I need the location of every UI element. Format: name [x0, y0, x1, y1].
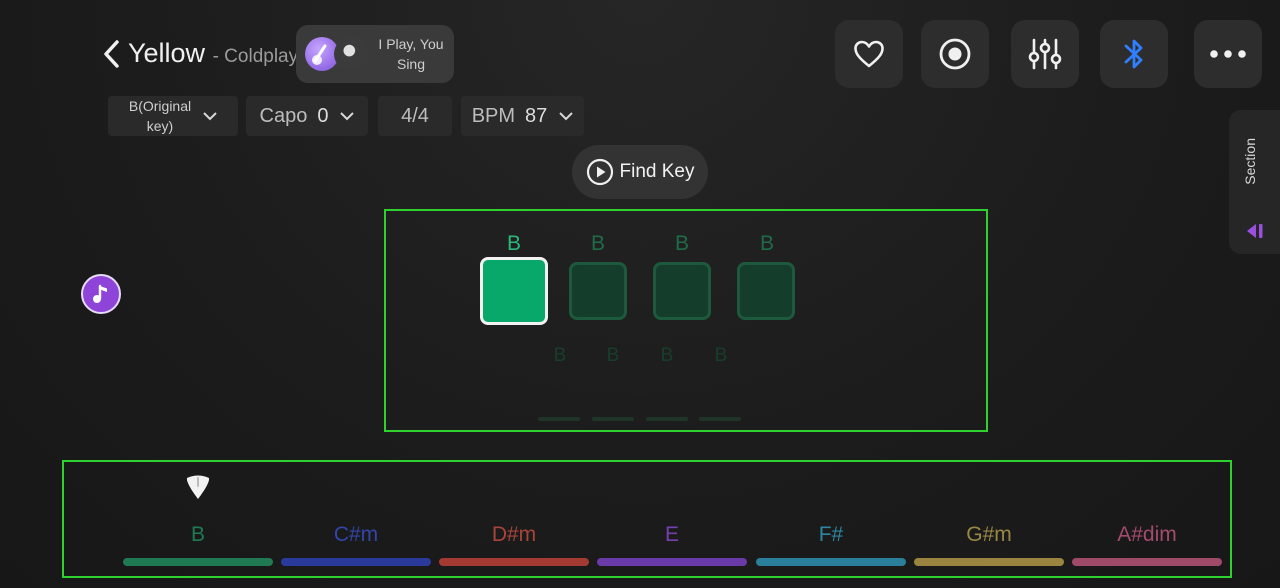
- bluetooth-button[interactable]: [1100, 20, 1168, 88]
- time-signature[interactable]: 4/4: [378, 96, 452, 136]
- bluetooth-icon: [1124, 39, 1143, 69]
- chord-bar-6[interactable]: [914, 558, 1064, 566]
- play-mode-label: I Play, You Sing: [378, 36, 444, 72]
- next-chord-label-1: B: [553, 345, 567, 366]
- chord-name-4: E: [664, 523, 679, 546]
- chord-bar-3[interactable]: [439, 558, 589, 566]
- sliders-icon: [1028, 38, 1062, 70]
- key-selector[interactable]: B(Original key): [108, 96, 238, 136]
- beat-square-4[interactable]: [737, 262, 795, 320]
- collapse-left-icon: [1247, 224, 1263, 238]
- chord-bar-2[interactable]: [281, 558, 431, 566]
- section-label: Section: [1242, 138, 1258, 185]
- next-chord-label-3: B: [660, 345, 674, 366]
- bpm-value: 87: [525, 104, 548, 127]
- find-key-label: Find Key: [619, 161, 695, 182]
- microphone-mode-icon: [334, 37, 368, 71]
- play-mode-toggle[interactable]: I Play, You Sing: [296, 25, 454, 83]
- capo-value: 0: [317, 104, 329, 127]
- play-icon: [586, 158, 613, 186]
- play-mode-icons: [296, 25, 372, 83]
- key-value: B(Original key): [128, 98, 192, 134]
- chord-name-2: C#m: [333, 523, 379, 546]
- more-options-button[interactable]: [1194, 20, 1262, 88]
- time-signature-value: 4/4: [401, 104, 429, 127]
- next-beat-dash-4: [699, 417, 741, 421]
- chord-name-6: G#m: [966, 523, 1012, 546]
- music-note-button[interactable]: [81, 274, 121, 314]
- next-beat-dash-3: [646, 417, 688, 421]
- chord-name-1: B: [190, 523, 205, 546]
- beat-square-3[interactable]: [653, 262, 711, 320]
- music-note-icon: [93, 284, 107, 303]
- next-beat-dash-2: [592, 417, 634, 421]
- beat-chord-label-4: B: [759, 232, 774, 255]
- song-title: Yellow - Coldplay: [128, 38, 298, 69]
- chord-name-7: A#dim: [1117, 523, 1177, 546]
- record-icon: [939, 38, 971, 70]
- guitar-pick-icon[interactable]: [184, 474, 212, 500]
- next-beat-dash-1: [538, 417, 580, 421]
- chord-name-3: D#m: [491, 523, 537, 546]
- back-button[interactable]: [98, 36, 124, 72]
- next-chord-label-4: B: [714, 345, 728, 366]
- favorite-button[interactable]: [835, 20, 903, 88]
- next-chord-label-2: B: [606, 345, 620, 366]
- chord-bar-1[interactable]: [123, 558, 273, 566]
- chord-bar-4[interactable]: [597, 558, 747, 566]
- mixer-button[interactable]: [1011, 20, 1079, 88]
- beat-chord-label-1: B: [506, 232, 521, 255]
- capo-label: Capo: [259, 104, 308, 127]
- song-name: Yellow: [128, 38, 206, 68]
- chord-bar-5[interactable]: [756, 558, 906, 566]
- beat-square-2[interactable]: [569, 262, 627, 320]
- find-key-button[interactable]: Find Key: [572, 145, 708, 199]
- beat-chord-label-2: B: [590, 232, 605, 255]
- beat-chord-label-3: B: [674, 232, 689, 255]
- bpm-label: BPM: [471, 104, 516, 127]
- heart-icon: [854, 40, 884, 68]
- section-panel-tab[interactable]: Section: [1229, 110, 1280, 254]
- more-icon: [1210, 50, 1246, 58]
- beat-square-1[interactable]: [480, 257, 548, 325]
- bpm-selector[interactable]: BPM 87: [461, 96, 584, 136]
- song-artist: - Coldplay: [212, 46, 299, 67]
- chord-bar-7[interactable]: [1072, 558, 1222, 566]
- chord-name-5: F#: [818, 523, 844, 546]
- chevron-down-icon: [340, 111, 355, 120]
- capo-selector[interactable]: Capo 0: [246, 96, 368, 136]
- chevron-down-icon: [203, 111, 217, 120]
- record-button[interactable]: [921, 20, 989, 88]
- chevron-down-icon: [559, 111, 574, 120]
- chevron-left-icon: [104, 40, 119, 68]
